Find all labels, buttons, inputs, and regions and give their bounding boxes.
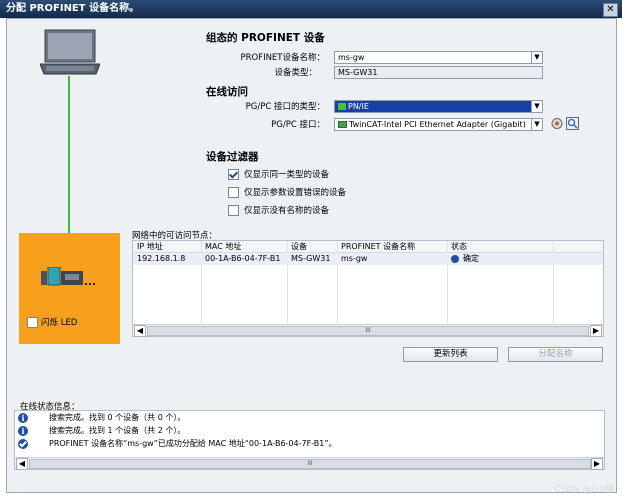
- info-icon: i: [18, 426, 28, 436]
- flash-led-label: 闪烁 LED: [41, 318, 78, 328]
- configured-heading: 组态的 PROFINET 设备: [206, 32, 325, 44]
- iface-label: PG/PC 接口：: [271, 120, 325, 130]
- properties-icon[interactable]: [566, 117, 579, 130]
- col-status[interactable]: 状态: [451, 241, 467, 252]
- pc-icon: [39, 28, 101, 76]
- checkbox-no-name[interactable]: [228, 204, 239, 216]
- row-device: MS-GW31: [291, 254, 331, 263]
- col-ip[interactable]: IP 地址: [137, 241, 163, 252]
- filter-no-name-label: 仅显示没有名称的设备: [244, 206, 330, 216]
- check-circle-icon: [18, 439, 28, 449]
- status-log: i 搜索完成。找到 0 个设备（共 0 个）。 i 搜索完成。找到 1 个设备（…: [14, 410, 605, 470]
- row-mac: 00-1A-B6-04-7F-B1: [205, 254, 281, 263]
- device-name-input[interactable]: ms-gw ▼: [334, 51, 543, 64]
- device-panel: 闪烁 LED: [19, 233, 120, 344]
- row-name: ms-gw: [341, 254, 368, 263]
- filter-heading: 设备过滤器: [206, 151, 259, 163]
- window-title: 分配 PROFINET 设备名称。: [6, 3, 140, 14]
- device-type-field: MS-GW31: [334, 66, 543, 79]
- col-mac[interactable]: MAC 地址: [205, 241, 241, 252]
- filter-bad-params[interactable]: 仅显示参数设置错误的设备: [228, 186, 346, 198]
- title-bar: 分配 PROFINET 设备名称。 ✕: [0, 0, 622, 18]
- status-message: i 搜索完成。找到 1 个设备（共 2 个）。: [15, 425, 604, 437]
- status-message: PROFINET 设备名称“ms-gw”已成功分配给 MAC 地址“00-1A-…: [15, 438, 604, 450]
- scroll-thumb[interactable]: III: [29, 459, 591, 469]
- col-name[interactable]: PROFINET 设备名称: [341, 241, 415, 252]
- scroll-right-icon[interactable]: ▶: [590, 325, 602, 337]
- row-ip: 192.168.1.8: [137, 254, 186, 263]
- table-row[interactable]: 192.168.1.8 00-1A-B6-04-7F-B1 MS-GW31 ms…: [133, 253, 603, 265]
- scroll-thumb[interactable]: III: [147, 326, 589, 336]
- scroll-left-icon[interactable]: ◀: [134, 325, 146, 337]
- filter-no-name[interactable]: 仅显示没有名称的设备: [228, 204, 329, 216]
- checkbox-same-type[interactable]: [228, 168, 239, 180]
- flash-led[interactable]: 闪烁 LED: [27, 316, 77, 328]
- iface-select[interactable]: TwinCAT-Intel PCI Ethernet Adapter (Giga…: [334, 118, 543, 131]
- adapter-icon: [338, 121, 347, 128]
- status-hscrollbar[interactable]: ◀ III ▶: [15, 457, 604, 470]
- iface-type-value: PN/IE: [348, 102, 369, 111]
- scroll-right-icon[interactable]: ▶: [591, 458, 603, 470]
- online-heading: 在线访问: [206, 86, 248, 98]
- table-hscrollbar[interactable]: ◀ III ▶: [133, 324, 603, 337]
- col-device[interactable]: 设备: [291, 241, 307, 252]
- filter-bad-params-label: 仅显示参数设置错误的设备: [244, 188, 347, 198]
- filter-same-type-label: 仅显示同一类型的设备: [244, 170, 330, 180]
- chevron-down-icon[interactable]: ▼: [531, 118, 543, 131]
- chevron-down-icon[interactable]: ▼: [531, 51, 543, 64]
- iface-value: TwinCAT-Intel PCI Ethernet Adapter (Giga…: [349, 120, 526, 129]
- plc-icon: [41, 266, 101, 287]
- checkbox-bad-params[interactable]: [228, 186, 239, 198]
- status-ok-icon: [451, 255, 459, 263]
- iface-type-select[interactable]: PN/IE ▼: [334, 100, 543, 113]
- assign-name-button[interactable]: 分配名称: [508, 347, 603, 362]
- network-icon: [338, 103, 346, 110]
- row-status: 确定: [463, 254, 479, 263]
- table-header: IP 地址 MAC 地址 设备 PROFINET 设备名称 状态: [133, 241, 603, 253]
- checkbox-flash-led[interactable]: [27, 316, 38, 328]
- scroll-left-icon[interactable]: ◀: [16, 458, 28, 470]
- nodes-table: IP 地址 MAC 地址 设备 PROFINET 设备名称 状态 192.168…: [132, 240, 604, 337]
- info-icon: i: [18, 413, 28, 423]
- device-type-label: 设备类型：: [274, 68, 317, 78]
- watermark: CSDN @Lin椒: [554, 485, 614, 495]
- diagnostics-icon[interactable]: [551, 117, 563, 130]
- device-type-value: MS-GW31: [338, 68, 378, 77]
- chevron-down-icon[interactable]: ▼: [531, 100, 543, 113]
- filter-same-type[interactable]: 仅显示同一类型的设备: [228, 168, 329, 180]
- status-message: i 搜索完成。找到 0 个设备（共 0 个）。: [15, 412, 604, 424]
- close-button[interactable]: ✕: [603, 3, 618, 17]
- refresh-list-button[interactable]: 更新列表: [403, 347, 498, 362]
- device-name-label: PROFINET设备名称：: [240, 53, 325, 63]
- device-name-value: ms-gw: [338, 53, 365, 62]
- iface-type-label: PG/PC 接口的类型：: [245, 102, 325, 112]
